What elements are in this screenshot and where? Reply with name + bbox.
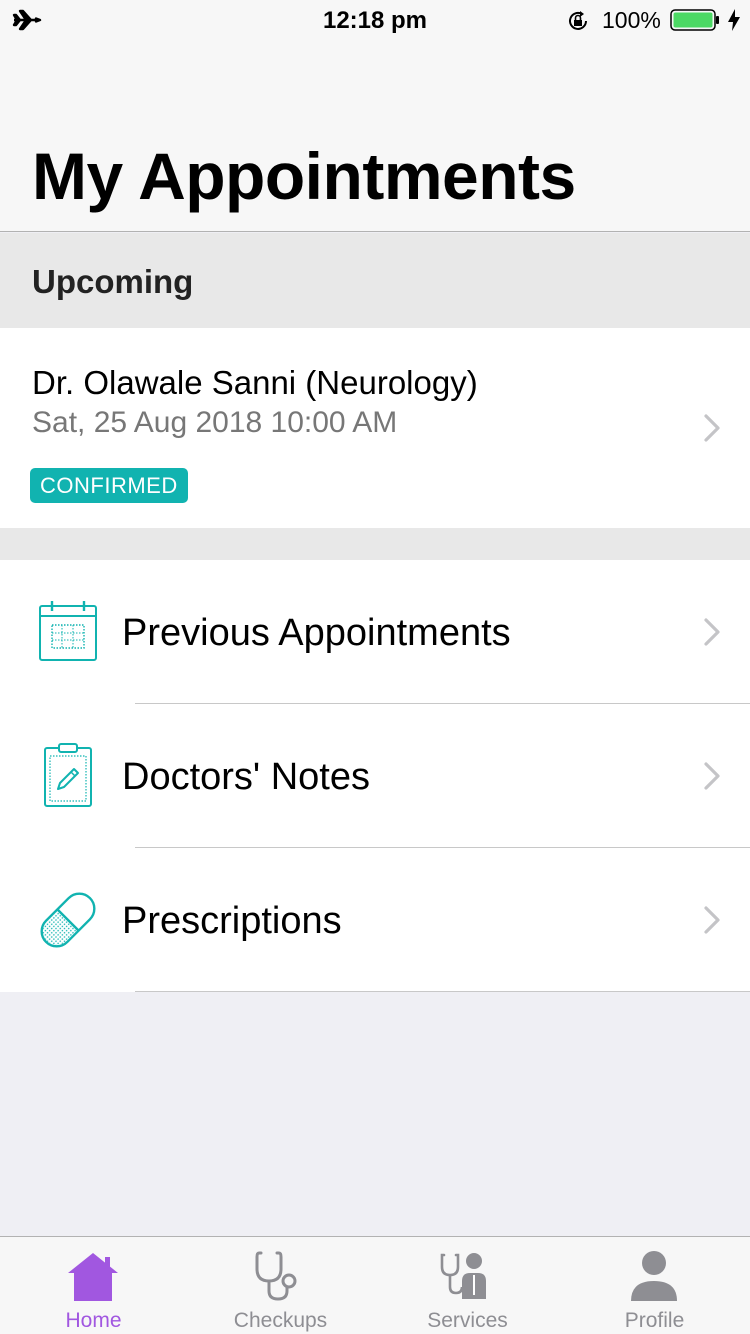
chevron-right-icon [704, 906, 720, 934]
tab-home[interactable]: Home [0, 1237, 187, 1334]
tab-label: Services [427, 1309, 508, 1332]
app-screen: 12:18 pm 100% My Appointments Upcoming D… [0, 0, 750, 1334]
chevron-right-icon [704, 414, 720, 442]
records-menu: Previous Appointments Doctors' Notes Pre… [0, 560, 750, 992]
appointment-datetime: Sat, 25 Aug 2018 10:00 AM [32, 406, 398, 439]
status-badge: CONFIRMED [30, 468, 188, 503]
menu-item-previous-appointments[interactable]: Previous Appointments [0, 560, 750, 704]
section-divider [0, 528, 750, 560]
menu-item-prescriptions[interactable]: Prescriptions [0, 848, 750, 992]
battery-percent: 100% [602, 7, 661, 33]
menu-item-label: Previous Appointments [122, 612, 511, 654]
menu-item-label: Prescriptions [122, 900, 342, 942]
page-title: My Appointments [32, 139, 576, 213]
tab-bar: Home Checkups Services Profile [0, 1236, 750, 1334]
home-icon [68, 1253, 118, 1301]
charging-bolt-icon [728, 9, 740, 31]
tab-label: Home [65, 1309, 122, 1332]
appointment-doctor: Dr. Olawale Sanni (Neurology) [32, 364, 478, 401]
doctor-icon [440, 1253, 486, 1299]
page-header: My Appointments [0, 40, 750, 232]
orientation-lock-icon [569, 11, 587, 30]
tab-services[interactable]: Services [374, 1237, 561, 1334]
upcoming-section-header: Upcoming [0, 233, 750, 328]
battery-icon [670, 9, 719, 31]
clipboard-icon [44, 743, 92, 807]
row-separator [135, 991, 750, 992]
profile-icon [631, 1251, 677, 1301]
tab-label: Profile [624, 1309, 685, 1332]
upcoming-section-label: Upcoming [32, 263, 194, 300]
status-bar: 12:18 pm 100% [0, 0, 750, 40]
tab-profile[interactable]: Profile [561, 1237, 748, 1334]
tab-checkups[interactable]: Checkups [187, 1237, 374, 1334]
upcoming-appointment-row[interactable]: Dr. Olawale Sanni (Neurology) Sat, 25 Au… [0, 328, 750, 528]
chevron-right-icon [704, 618, 720, 646]
calendar-icon [39, 601, 97, 661]
chevron-right-icon [704, 762, 720, 790]
tab-label: Checkups [233, 1309, 328, 1332]
pill-icon [40, 892, 96, 948]
stethoscope-icon [255, 1251, 297, 1301]
menu-item-doctors-notes[interactable]: Doctors' Notes [0, 704, 750, 848]
menu-item-label: Doctors' Notes [122, 756, 371, 798]
